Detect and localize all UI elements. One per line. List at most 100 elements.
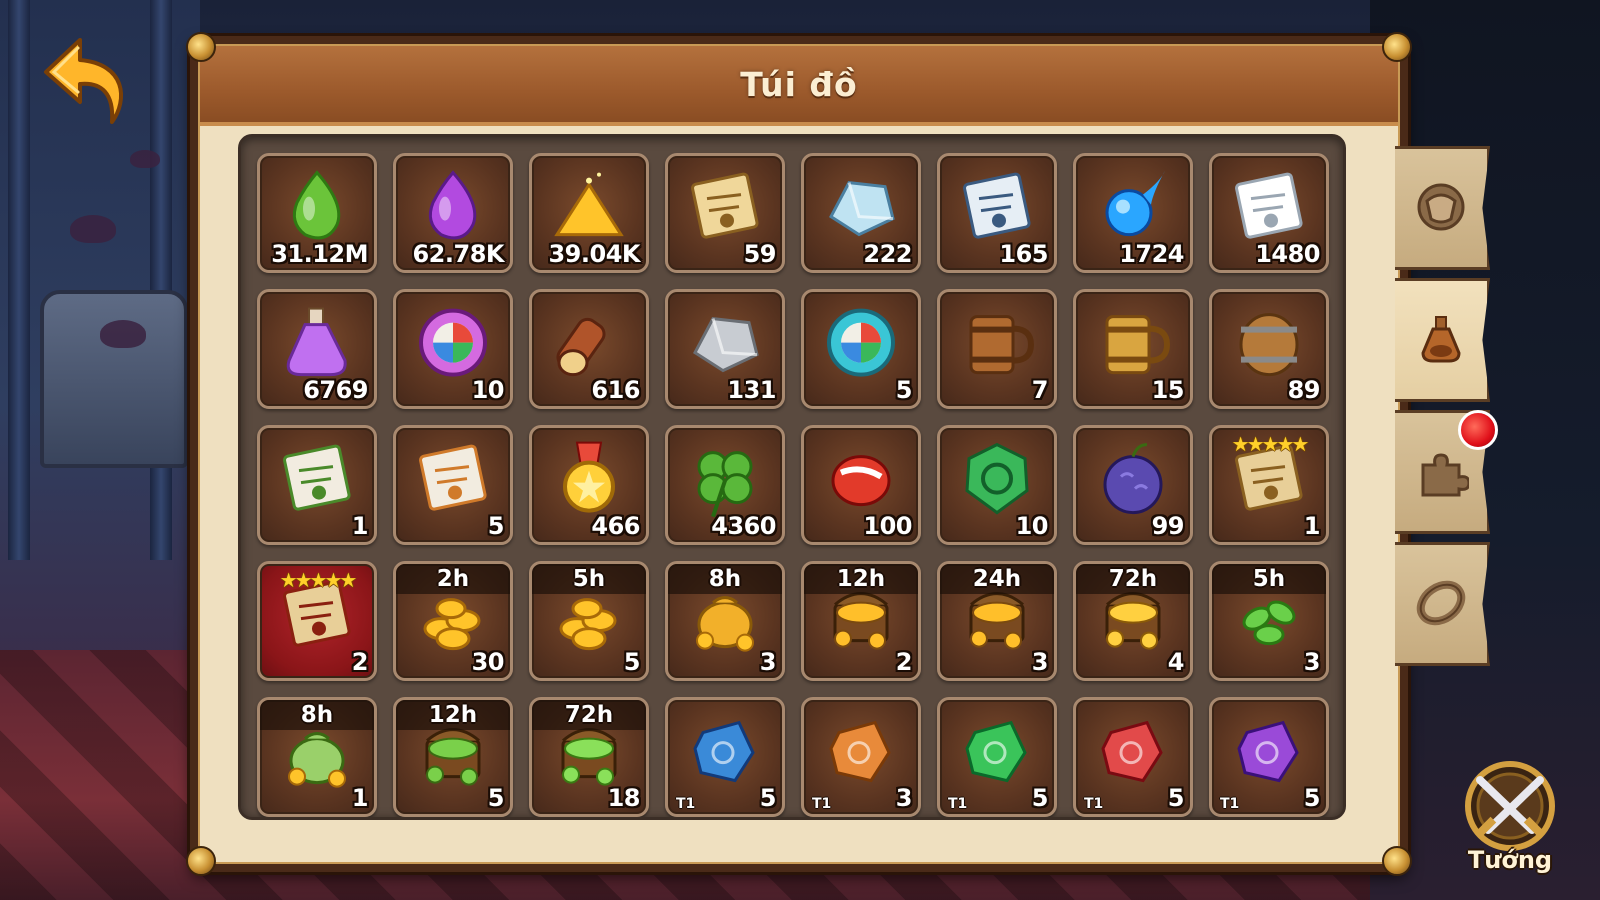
inventory-slot[interactable]: 72h 18	[529, 697, 649, 817]
item-quantity: 466	[591, 512, 640, 540]
item-quantity: 5	[895, 376, 913, 404]
inventory-slot[interactable]: 8h 1	[257, 697, 377, 817]
duration-label: 72h	[564, 702, 614, 728]
duration-label: 8h	[300, 702, 334, 728]
inventory-slot[interactable]: 12h 2	[801, 561, 921, 681]
item-quantity: 1	[351, 512, 369, 540]
inventory-slot[interactable]: T1 5	[1209, 697, 1329, 817]
corner-rivet	[186, 32, 216, 62]
item-quantity: 62.78K	[412, 240, 504, 268]
tab-equipment[interactable]	[1395, 146, 1490, 270]
ring-icon	[1416, 580, 1466, 626]
inventory-slot[interactable]: 1724	[1073, 153, 1193, 273]
inventory-slot[interactable]: 62.78K	[393, 153, 513, 273]
inventory-slot[interactable]: 31.12M	[257, 153, 377, 273]
blue-rune-icon	[683, 709, 767, 797]
inventory-slot[interactable]: 10	[393, 289, 513, 409]
inventory-slot[interactable]: 5	[393, 425, 513, 545]
inventory-slot[interactable]: T1 5	[937, 697, 1057, 817]
duration-band: 24h	[940, 564, 1054, 594]
back-button[interactable]	[40, 30, 130, 130]
duration-label: 2h	[436, 566, 470, 592]
duration-band: 5h	[532, 564, 646, 594]
tier-label: T1	[948, 796, 968, 812]
item-quantity: 1	[1303, 512, 1321, 540]
item-quantity: 10	[1015, 512, 1049, 540]
inventory-slot[interactable]: 5h 5	[529, 561, 649, 681]
duration-label: 72h	[1108, 566, 1158, 592]
inventory-slot[interactable]: ★★★★★ 2	[257, 561, 377, 681]
inventory-grid: 31.12M 62.78K 39.04K 59 222 165 1724 1480 6769 10…	[257, 153, 1329, 817]
tab-rings[interactable]	[1395, 542, 1490, 666]
item-quantity: 5	[1167, 784, 1185, 812]
inventory-slot[interactable]: 6769	[257, 289, 377, 409]
inventory-slot[interactable]: 616	[529, 289, 649, 409]
red-rune-icon	[1091, 709, 1175, 797]
inventory-slot[interactable]: 10	[937, 425, 1057, 545]
tier-label: T1	[1220, 796, 1240, 812]
inventory-slot[interactable]: 15	[1073, 289, 1193, 409]
bat-decoration	[100, 320, 146, 348]
bat-decoration	[130, 150, 160, 168]
background-pillar	[8, 0, 30, 560]
duration-band: 8h	[260, 700, 374, 730]
inventory-slot[interactable]: 99	[1073, 425, 1193, 545]
duration-band: 8h	[668, 564, 782, 594]
inventory-slot[interactable]: 1480	[1209, 153, 1329, 273]
duration-label: 5h	[1252, 566, 1286, 592]
inventory-slot[interactable]: ★★★★★ 1	[1209, 425, 1329, 545]
inventory-slot[interactable]: 5	[801, 289, 921, 409]
inventory-slot[interactable]: T1 3	[801, 697, 921, 817]
star-rating: ★★★★★	[1231, 432, 1310, 456]
tab-items[interactable]	[1395, 278, 1490, 402]
duration-band: 12h	[804, 564, 918, 594]
inventory-slot[interactable]: 72h 4	[1073, 561, 1193, 681]
item-quantity: 31.12M	[271, 240, 368, 268]
potion-icon	[1421, 316, 1461, 363]
duration-label: 24h	[972, 566, 1022, 592]
duration-band: 72h	[532, 700, 646, 730]
inventory-slot[interactable]: 165	[937, 153, 1057, 273]
inventory-slot[interactable]: 5h 3	[1209, 561, 1329, 681]
item-quantity: 2	[351, 648, 369, 676]
inventory-slot[interactable]: 100	[801, 425, 921, 545]
wooden-mug-icon	[955, 301, 1039, 389]
inventory-slot[interactable]: T1 5	[1073, 697, 1193, 817]
crossed-swords-icon	[1465, 761, 1555, 851]
inventory-slot[interactable]: 89	[1209, 289, 1329, 409]
item-quantity: 10	[471, 376, 505, 404]
inventory-slot[interactable]: 131	[665, 289, 785, 409]
inventory-slot[interactable]: 24h 3	[937, 561, 1057, 681]
item-quantity: 5	[487, 512, 505, 540]
item-quantity: 39.04K	[548, 240, 640, 268]
inventory-slot[interactable]: T1 5	[665, 697, 785, 817]
inventory-slot[interactable]: 8h 3	[665, 561, 785, 681]
item-quantity: 3	[1031, 648, 1049, 676]
duration-band: 2h	[396, 564, 510, 594]
hero-button[interactable]: Tướng	[1450, 760, 1570, 880]
inventory-slot[interactable]: 4360	[665, 425, 785, 545]
item-quantity: 1	[351, 784, 369, 812]
item-quantity: 30	[471, 648, 505, 676]
inventory-slot[interactable]: 39.04K	[529, 153, 649, 273]
duration-label: 5h	[572, 566, 606, 592]
item-quantity: 5	[623, 648, 641, 676]
inventory-grid-container[interactable]: 31.12M 62.78K 39.04K 59 222 165 1724 1480 6769 10…	[238, 134, 1346, 820]
inventory-slot[interactable]: 7	[937, 289, 1057, 409]
back-arrow-icon	[44, 38, 124, 124]
item-quantity: 165	[999, 240, 1048, 268]
inventory-slot[interactable]: 2h 30	[393, 561, 513, 681]
star-rating: ★★★★★	[279, 568, 358, 592]
inventory-slot[interactable]: 12h 5	[393, 697, 513, 817]
inventory-slot[interactable]: 1	[257, 425, 377, 545]
inventory-slot[interactable]: 466	[529, 425, 649, 545]
inventory-slot[interactable]: 59	[665, 153, 785, 273]
panel-title: Túi đồ	[740, 64, 858, 104]
duration-label: 8h	[708, 566, 742, 592]
item-quantity: 89	[1287, 376, 1321, 404]
puzzle-icon	[1421, 453, 1469, 497]
inventory-slot[interactable]: 222	[801, 153, 921, 273]
background-pillar	[150, 0, 172, 560]
tier-label: T1	[1084, 796, 1104, 812]
corner-rivet	[1382, 32, 1412, 62]
